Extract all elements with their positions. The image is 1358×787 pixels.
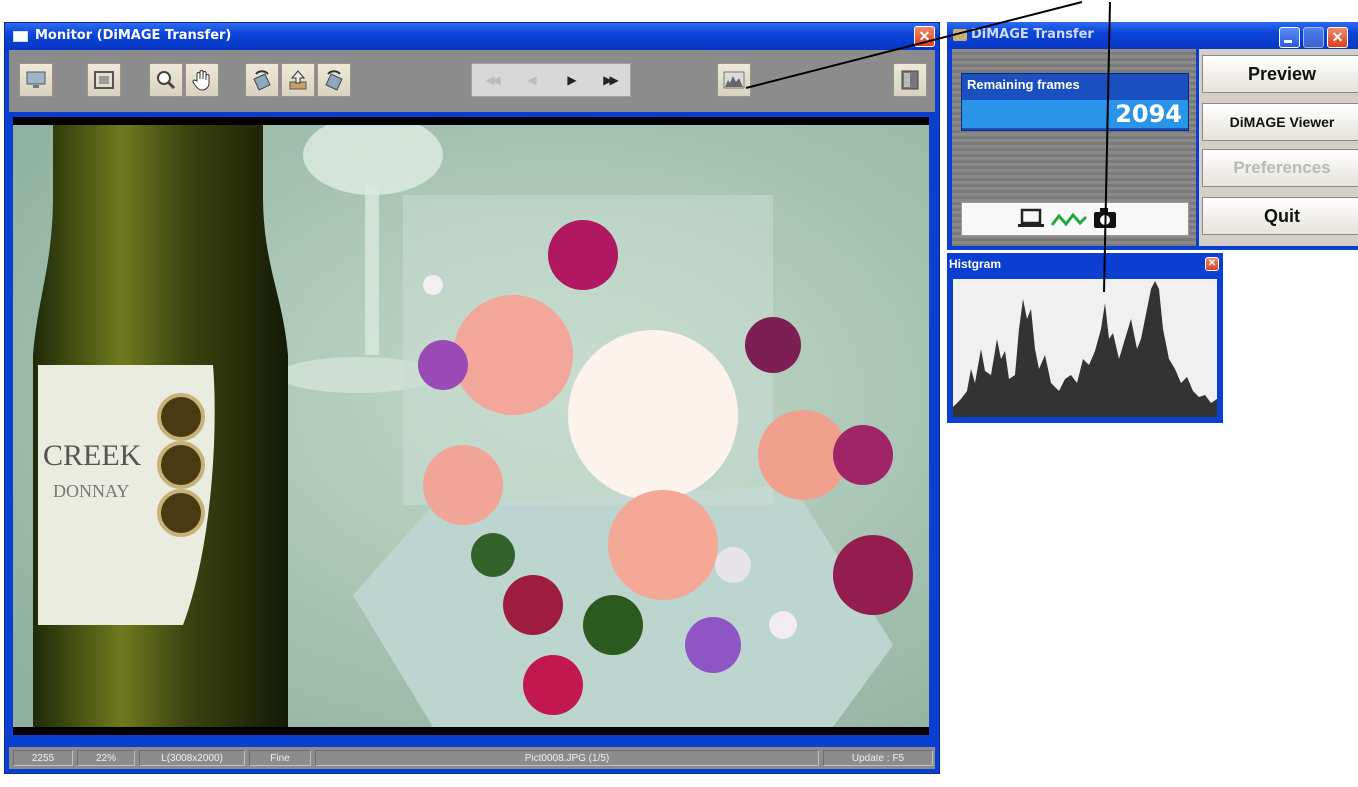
connection-status — [961, 202, 1189, 236]
preferences-button[interactable]: Preferences — [1202, 149, 1358, 187]
status-bar: 2255 22% L(3008x2000) Fine Pict0008.JPG … — [9, 747, 935, 769]
computer-icon — [1018, 208, 1044, 227]
transfer-title: DiMAGE Transfer — [971, 27, 1094, 42]
status-quality: Fine — [249, 750, 311, 766]
close-icon[interactable]: ✕ — [1327, 27, 1348, 48]
monitor-window: Monitor (DiMAGE Transfer) ✕ ◀◀ ◀ ▶ ▶▶ CR… — [4, 22, 940, 774]
close-icon[interactable]: ✕ — [1205, 257, 1219, 271]
button-panel: Preview DiMAGE Viewer Preferences Quit — [1199, 49, 1358, 246]
rotate-right-icon[interactable] — [317, 63, 351, 97]
signal-icon — [1050, 212, 1088, 227]
status-filename: Pict0008.JPG (1/5) — [315, 750, 819, 766]
fit-screen-icon[interactable] — [87, 63, 121, 97]
dimage-viewer-button[interactable]: DiMAGE Viewer — [1202, 103, 1358, 141]
first-frame-button[interactable]: ◀◀ — [472, 64, 511, 96]
status-update: Update : F5 — [823, 750, 933, 766]
remaining-frames-box: Remaining frames 2094 — [961, 73, 1189, 131]
hand-icon[interactable] — [185, 63, 219, 97]
monitor-toolbar: ◀◀ ◀ ▶ ▶▶ — [9, 50, 935, 112]
histogram-curve — [953, 281, 1217, 417]
upload-icon[interactable] — [281, 63, 315, 97]
histogram-plot — [953, 279, 1217, 417]
transfer-titlebar[interactable]: DiMAGE Transfer ✕ — [947, 22, 1358, 49]
image-viewer[interactable]: CREEK DONNAY — [13, 117, 929, 735]
histogram-icon[interactable] — [717, 63, 751, 97]
monitor-titlebar[interactable]: Monitor (DiMAGE Transfer) ✕ — [5, 23, 939, 50]
preview-photo: CREEK DONNAY — [13, 125, 929, 727]
previous-frame-button[interactable]: ◀ — [511, 64, 550, 96]
remaining-frames-value: 2094 — [962, 100, 1188, 128]
svg-text:CREEK: CREEK — [43, 439, 142, 472]
histogram-window: Histgram ✕ — [947, 253, 1223, 423]
monitor-title: Monitor (DiMAGE Transfer) — [35, 28, 232, 43]
quit-button[interactable]: Quit — [1202, 197, 1358, 235]
histogram-title: Histgram — [949, 257, 1002, 271]
zoom-icon[interactable] — [149, 63, 183, 97]
status-zoom: 22% — [77, 750, 135, 766]
rotate-left-icon[interactable] — [245, 63, 279, 97]
transfer-window: DiMAGE Transfer ✕ Remaining frames 2094 … — [947, 22, 1358, 250]
app-icon — [953, 29, 967, 41]
status-image-size: L(3008x2000) — [139, 750, 245, 766]
frame-navigation: ◀◀ ◀ ▶ ▶▶ — [471, 63, 631, 97]
window-icon — [13, 31, 28, 42]
next-frame-button[interactable]: ▶ — [551, 64, 590, 96]
histogram-titlebar[interactable]: Histgram ✕ — [947, 253, 1223, 275]
remaining-frames-label: Remaining frames — [967, 77, 1080, 92]
maximize-icon[interactable] — [1303, 27, 1324, 48]
last-frame-button[interactable]: ▶▶ — [590, 64, 629, 96]
status-frame-count: 2255 — [13, 750, 73, 766]
camera-icon — [1094, 208, 1116, 228]
minimize-icon[interactable] — [1279, 27, 1300, 48]
close-icon[interactable]: ✕ — [914, 26, 935, 47]
display-icon[interactable] — [19, 63, 53, 97]
svg-text:DONNAY: DONNAY — [53, 481, 129, 501]
preview-button[interactable]: Preview — [1202, 55, 1358, 93]
panel-icon[interactable] — [893, 63, 927, 97]
